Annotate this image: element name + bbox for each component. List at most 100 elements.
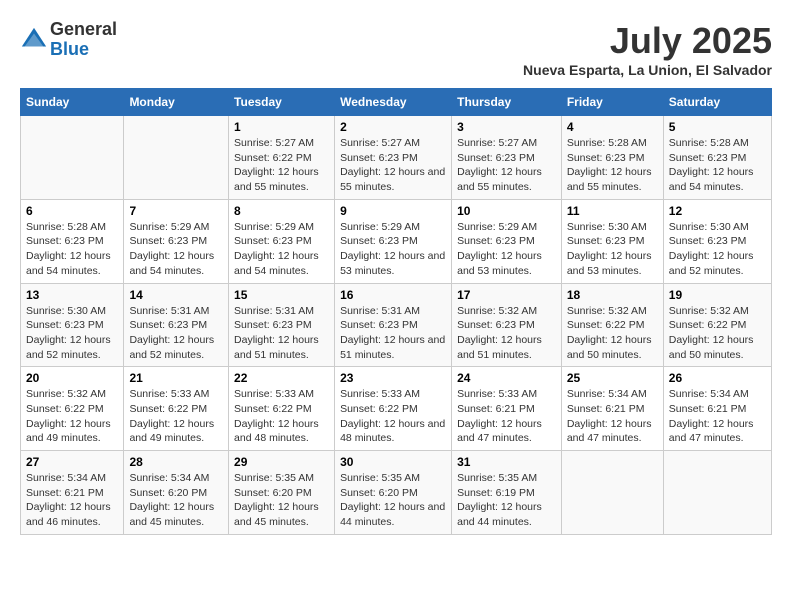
- calendar-day: 31 Sunrise: 5:35 AM Sunset: 6:19 PM Dayl…: [452, 451, 562, 535]
- calendar-week-5: 27 Sunrise: 5:34 AM Sunset: 6:21 PM Dayl…: [21, 451, 772, 535]
- day-info: Sunrise: 5:31 AM Sunset: 6:23 PM Dayligh…: [234, 304, 329, 363]
- logo-blue: Blue: [50, 40, 117, 60]
- calendar-day: 1 Sunrise: 5:27 AM Sunset: 6:22 PM Dayli…: [229, 116, 335, 200]
- column-header-tuesday: Tuesday: [229, 89, 335, 116]
- day-info: Sunrise: 5:35 AM Sunset: 6:20 PM Dayligh…: [340, 471, 446, 530]
- daylight-text: Daylight: 12 hours and 47 minutes.: [457, 418, 542, 445]
- sunrise-text: Sunrise: 5:27 AM: [234, 137, 314, 149]
- sunrise-text: Sunrise: 5:30 AM: [26, 305, 106, 317]
- calendar-day: 4 Sunrise: 5:28 AM Sunset: 6:23 PM Dayli…: [561, 116, 663, 200]
- daylight-text: Daylight: 12 hours and 48 minutes.: [340, 418, 445, 445]
- column-header-friday: Friday: [561, 89, 663, 116]
- daylight-text: Daylight: 12 hours and 55 minutes.: [457, 166, 542, 193]
- daylight-text: Daylight: 12 hours and 54 minutes.: [129, 250, 214, 277]
- sunrise-text: Sunrise: 5:33 AM: [457, 388, 537, 400]
- calendar-day: [561, 451, 663, 535]
- sunset-text: Sunset: 6:19 PM: [457, 487, 535, 499]
- sunrise-text: Sunrise: 5:34 AM: [26, 472, 106, 484]
- sunset-text: Sunset: 6:22 PM: [340, 403, 418, 415]
- sunset-text: Sunset: 6:21 PM: [669, 403, 747, 415]
- calendar-day: 22 Sunrise: 5:33 AM Sunset: 6:22 PM Dayl…: [229, 367, 335, 451]
- day-number: 21: [129, 371, 223, 385]
- page-header: General Blue July 2025 Nueva Esparta, La…: [20, 20, 772, 78]
- sunset-text: Sunset: 6:23 PM: [457, 152, 535, 164]
- day-number: 25: [567, 371, 658, 385]
- calendar-day: 5 Sunrise: 5:28 AM Sunset: 6:23 PM Dayli…: [663, 116, 771, 200]
- calendar-day: 9 Sunrise: 5:29 AM Sunset: 6:23 PM Dayli…: [335, 199, 452, 283]
- sunset-text: Sunset: 6:23 PM: [234, 235, 312, 247]
- logo-general: General: [50, 20, 117, 40]
- sunrise-text: Sunrise: 5:33 AM: [234, 388, 314, 400]
- day-info: Sunrise: 5:28 AM Sunset: 6:23 PM Dayligh…: [669, 136, 766, 195]
- sunset-text: Sunset: 6:23 PM: [669, 152, 747, 164]
- sunrise-text: Sunrise: 5:29 AM: [129, 221, 209, 233]
- daylight-text: Daylight: 12 hours and 51 minutes.: [234, 334, 319, 361]
- sunrise-text: Sunrise: 5:34 AM: [129, 472, 209, 484]
- day-info: Sunrise: 5:35 AM Sunset: 6:19 PM Dayligh…: [457, 471, 556, 530]
- daylight-text: Daylight: 12 hours and 45 minutes.: [129, 501, 214, 528]
- calendar-day: 11 Sunrise: 5:30 AM Sunset: 6:23 PM Dayl…: [561, 199, 663, 283]
- day-info: Sunrise: 5:33 AM Sunset: 6:22 PM Dayligh…: [340, 387, 446, 446]
- day-info: Sunrise: 5:32 AM Sunset: 6:22 PM Dayligh…: [669, 304, 766, 363]
- day-info: Sunrise: 5:29 AM Sunset: 6:23 PM Dayligh…: [457, 220, 556, 279]
- day-number: 12: [669, 204, 766, 218]
- daylight-text: Daylight: 12 hours and 49 minutes.: [26, 418, 111, 445]
- day-info: Sunrise: 5:32 AM Sunset: 6:23 PM Dayligh…: [457, 304, 556, 363]
- calendar-week-4: 20 Sunrise: 5:32 AM Sunset: 6:22 PM Dayl…: [21, 367, 772, 451]
- sunset-text: Sunset: 6:23 PM: [457, 235, 535, 247]
- day-number: 4: [567, 120, 658, 134]
- location-subtitle: Nueva Esparta, La Union, El Salvador: [523, 62, 772, 78]
- day-info: Sunrise: 5:27 AM Sunset: 6:23 PM Dayligh…: [340, 136, 446, 195]
- calendar-week-3: 13 Sunrise: 5:30 AM Sunset: 6:23 PM Dayl…: [21, 283, 772, 367]
- calendar-day: 12 Sunrise: 5:30 AM Sunset: 6:23 PM Dayl…: [663, 199, 771, 283]
- sunset-text: Sunset: 6:20 PM: [129, 487, 207, 499]
- day-number: 31: [457, 455, 556, 469]
- calendar-table: SundayMondayTuesdayWednesdayThursdayFrid…: [20, 88, 772, 535]
- sunset-text: Sunset: 6:22 PM: [234, 403, 312, 415]
- day-info: Sunrise: 5:34 AM Sunset: 6:21 PM Dayligh…: [26, 471, 118, 530]
- sunrise-text: Sunrise: 5:29 AM: [457, 221, 537, 233]
- day-info: Sunrise: 5:33 AM Sunset: 6:21 PM Dayligh…: [457, 387, 556, 446]
- sunset-text: Sunset: 6:23 PM: [340, 319, 418, 331]
- daylight-text: Daylight: 12 hours and 50 minutes.: [567, 334, 652, 361]
- column-header-thursday: Thursday: [452, 89, 562, 116]
- calendar-day: 17 Sunrise: 5:32 AM Sunset: 6:23 PM Dayl…: [452, 283, 562, 367]
- sunset-text: Sunset: 6:22 PM: [26, 403, 104, 415]
- sunset-text: Sunset: 6:23 PM: [129, 319, 207, 331]
- calendar-day: 23 Sunrise: 5:33 AM Sunset: 6:22 PM Dayl…: [335, 367, 452, 451]
- calendar-day: 24 Sunrise: 5:33 AM Sunset: 6:21 PM Dayl…: [452, 367, 562, 451]
- sunset-text: Sunset: 6:23 PM: [129, 235, 207, 247]
- day-info: Sunrise: 5:30 AM Sunset: 6:23 PM Dayligh…: [669, 220, 766, 279]
- day-number: 5: [669, 120, 766, 134]
- sunrise-text: Sunrise: 5:33 AM: [129, 388, 209, 400]
- daylight-text: Daylight: 12 hours and 52 minutes.: [129, 334, 214, 361]
- day-number: 16: [340, 288, 446, 302]
- day-number: 27: [26, 455, 118, 469]
- day-info: Sunrise: 5:30 AM Sunset: 6:23 PM Dayligh…: [567, 220, 658, 279]
- sunset-text: Sunset: 6:23 PM: [234, 319, 312, 331]
- daylight-text: Daylight: 12 hours and 53 minutes.: [567, 250, 652, 277]
- day-number: 24: [457, 371, 556, 385]
- day-number: 1: [234, 120, 329, 134]
- calendar-day: 7 Sunrise: 5:29 AM Sunset: 6:23 PM Dayli…: [124, 199, 229, 283]
- day-number: 28: [129, 455, 223, 469]
- calendar-day: 26 Sunrise: 5:34 AM Sunset: 6:21 PM Dayl…: [663, 367, 771, 451]
- calendar-week-2: 6 Sunrise: 5:28 AM Sunset: 6:23 PM Dayli…: [21, 199, 772, 283]
- calendar-day: [124, 116, 229, 200]
- sunset-text: Sunset: 6:21 PM: [457, 403, 535, 415]
- day-number: 29: [234, 455, 329, 469]
- daylight-text: Daylight: 12 hours and 55 minutes.: [340, 166, 445, 193]
- daylight-text: Daylight: 12 hours and 51 minutes.: [340, 334, 445, 361]
- daylight-text: Daylight: 12 hours and 53 minutes.: [340, 250, 445, 277]
- day-number: 2: [340, 120, 446, 134]
- sunrise-text: Sunrise: 5:32 AM: [457, 305, 537, 317]
- sunset-text: Sunset: 6:20 PM: [234, 487, 312, 499]
- day-number: 6: [26, 204, 118, 218]
- day-info: Sunrise: 5:32 AM Sunset: 6:22 PM Dayligh…: [567, 304, 658, 363]
- sunset-text: Sunset: 6:23 PM: [26, 319, 104, 331]
- sunset-text: Sunset: 6:23 PM: [26, 235, 104, 247]
- day-info: Sunrise: 5:28 AM Sunset: 6:23 PM Dayligh…: [567, 136, 658, 195]
- column-header-saturday: Saturday: [663, 89, 771, 116]
- sunrise-text: Sunrise: 5:35 AM: [234, 472, 314, 484]
- day-number: 11: [567, 204, 658, 218]
